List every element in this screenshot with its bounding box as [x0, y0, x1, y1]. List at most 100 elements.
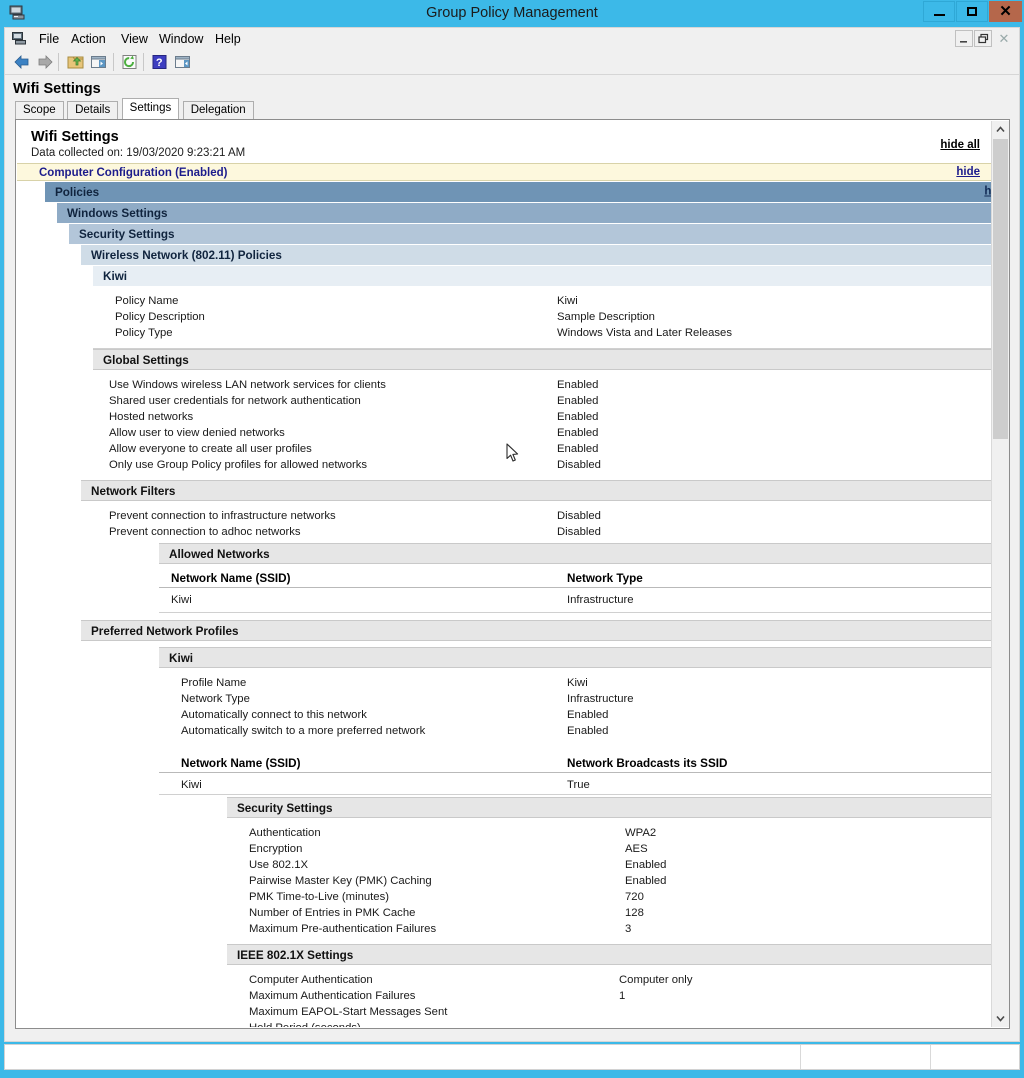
- sec-row-6-label: Maximum Pre-authentication Failures: [249, 923, 437, 935]
- ssid-row-0-broadcast: True: [567, 779, 590, 791]
- profile-row-0-label: Profile Name: [181, 677, 247, 689]
- sec-row-1-label: Encryption: [249, 843, 303, 855]
- table-row: Maximum Authentication Failures 1: [227, 988, 992, 1004]
- refresh-icon[interactable]: [119, 52, 141, 72]
- filter-row-0-value: Disabled: [557, 510, 601, 522]
- collected-value: 19/03/2020 9:23:21 AM: [126, 147, 246, 159]
- up-one-level-icon[interactable]: [65, 52, 87, 72]
- global-settings-table: Use Windows wireless LAN network service…: [93, 370, 992, 480]
- policy-type-value: Windows Vista and Later Releases: [557, 327, 732, 339]
- tab-scope[interactable]: Scope: [15, 101, 64, 119]
- minimize-button[interactable]: [923, 1, 955, 22]
- kiwi-profile-label: Kiwi: [169, 652, 194, 665]
- table-row: Kiwi True: [159, 776, 992, 794]
- mdi-restore-button[interactable]: [974, 30, 992, 47]
- toolbar-separator-2: [113, 53, 114, 71]
- window-title: Group Policy Management: [426, 5, 598, 21]
- client-area: Wifi Settings Scope Details Settings Del…: [4, 75, 1020, 1042]
- allowed-networks-label: Allowed Networks: [169, 548, 270, 561]
- menu-view[interactable]: View: [114, 28, 155, 50]
- forward-icon[interactable]: [34, 52, 56, 72]
- table-row: Policy Name Kiwi: [93, 293, 992, 309]
- ieee-8021x-settings-label: IEEE 802.1X Settings: [237, 949, 354, 962]
- ieee-row-3-label: Held Period (seconds): [249, 1020, 361, 1027]
- allowed-row-0-type: Infrastructure: [567, 594, 634, 606]
- band-policies-label: Policies: [55, 186, 100, 199]
- global-row-5-label: Only use Group Policy profiles for allow…: [109, 459, 368, 471]
- network-filters-table: Prevent connection to infrastructure net…: [81, 501, 992, 543]
- filter-row-0-label: Prevent connection to infrastructure net…: [109, 510, 336, 522]
- table-row: Use Windows wireless LAN network service…: [93, 377, 992, 393]
- menu-window[interactable]: Window: [152, 28, 210, 50]
- table-row: Prevent connection to adhoc networks Dis…: [81, 524, 992, 540]
- subband-network-filters: Network Filters hide: [81, 480, 992, 501]
- table-row: Policy Type Windows Vista and Later Rele…: [93, 325, 992, 341]
- report-vertical-scrollbar[interactable]: [991, 121, 1009, 1027]
- table-row: Held Period (seconds): [227, 1020, 992, 1027]
- ssid-table: Network Name (SSID) Network Broadcasts i…: [159, 755, 992, 795]
- menu-help[interactable]: Help: [208, 28, 248, 50]
- status-pane-main: [5, 1045, 801, 1069]
- allowed-networks-table: Network Name (SSID) Network Type Kiwi In…: [159, 564, 992, 613]
- mdi-close-button[interactable]: ✕: [995, 30, 1013, 47]
- tab-details[interactable]: Details: [67, 101, 119, 119]
- global-row-1-label: Shared user credentials for network auth…: [109, 395, 361, 407]
- report-heading: Wifi Settings: [31, 129, 119, 145]
- table-row: Authentication WPA2: [227, 825, 992, 841]
- menu-action[interactable]: Action: [64, 28, 113, 50]
- subband-preferred-network-profiles: Preferred Network Profiles hide: [81, 620, 992, 641]
- close-button[interactable]: ✕: [989, 1, 1022, 22]
- sec-row-0-label: Authentication: [249, 827, 321, 839]
- table-row: Network Type Infrastructure: [159, 691, 992, 707]
- report-header: Wifi Settings Data collected on: 19/03/2…: [17, 121, 992, 163]
- table-row: Profile Name Kiwi: [159, 675, 992, 691]
- global-row-0-label: Use Windows wireless LAN network service…: [109, 379, 386, 391]
- hide-link-computer-configuration[interactable]: hide: [956, 163, 980, 181]
- show-hide-action-pane-icon[interactable]: [172, 52, 194, 72]
- tab-settings[interactable]: Settings: [121, 98, 180, 119]
- table-row: Encryption AES: [227, 841, 992, 857]
- row-divider: [159, 794, 992, 795]
- svg-text:?: ?: [156, 57, 163, 69]
- help-icon[interactable]: ?: [149, 52, 171, 72]
- computer-configuration-label: Computer Configuration (Enabled): [39, 167, 228, 179]
- mdi-minimize-button[interactable]: [955, 30, 973, 47]
- chevron-down-icon[interactable]: [992, 1010, 1009, 1027]
- ssid-row-0-name: Kiwi: [181, 779, 202, 791]
- computer-configuration-banner: Computer Configuration (Enabled) hide: [17, 163, 992, 181]
- table-row: Allow user to view denied networks Enabl…: [93, 425, 992, 441]
- menu-file[interactable]: File: [32, 28, 66, 50]
- back-icon[interactable]: [11, 52, 33, 72]
- profile-row-0-value: Kiwi: [567, 677, 588, 689]
- filter-row-1-value: Disabled: [557, 526, 601, 538]
- profile-row-3-value: Enabled: [567, 725, 609, 737]
- report-collected-on: Data collected on: 19/03/2020 9:23:21 AM: [31, 147, 992, 159]
- band-policies: Policies hide: [45, 181, 992, 202]
- global-row-4-value: Enabled: [557, 443, 599, 455]
- sec-row-3-label: Pairwise Master Key (PMK) Caching: [249, 875, 432, 887]
- page-title: Wifi Settings: [13, 81, 101, 97]
- profile-security-settings-table: Authentication WPA2 Encryption AES Use 8…: [227, 818, 992, 944]
- settings-report: Wifi Settings Data collected on: 19/03/2…: [17, 121, 992, 1027]
- profile-security-settings-label: Security Settings: [237, 802, 333, 815]
- table-row: Automatically connect to this network En…: [159, 707, 992, 723]
- show-hide-tree-icon[interactable]: [88, 52, 110, 72]
- global-row-0-value: Enabled: [557, 379, 599, 391]
- subband-global-settings: Global Settings hide: [93, 349, 992, 370]
- network-filters-label: Network Filters: [91, 485, 176, 498]
- section-spacer: [17, 613, 992, 620]
- filter-row-1-label: Prevent connection to adhoc networks: [109, 526, 301, 538]
- tab-delegation[interactable]: Delegation: [182, 101, 254, 119]
- hide-all-link[interactable]: hide all: [940, 139, 980, 151]
- menu-bar: File Action View Window Help ✕: [4, 27, 1020, 49]
- subband-allowed-networks: Allowed Networks hide: [159, 543, 992, 564]
- profile-row-2-label: Automatically connect to this network: [181, 709, 367, 721]
- chevron-up-icon[interactable]: [992, 121, 1009, 138]
- scrollbar-thumb[interactable]: [993, 139, 1008, 439]
- band-security-settings-label: Security Settings: [79, 228, 175, 241]
- band-windows-settings-label: Windows Settings: [67, 207, 168, 220]
- maximize-button[interactable]: [956, 1, 988, 22]
- profile-row-2-value: Enabled: [567, 709, 609, 721]
- table-row: PMK Time-to-Live (minutes) 720: [227, 889, 992, 905]
- section-spacer: [17, 746, 992, 755]
